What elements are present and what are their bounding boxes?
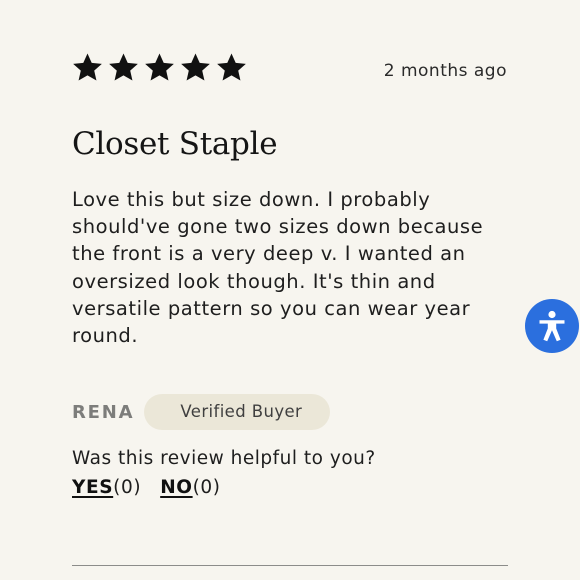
review-title: Closet Staple (72, 126, 278, 162)
star-icon (144, 52, 175, 83)
helpful-votes: YES (0) NO (0) (72, 477, 221, 498)
review-card: 2 months ago Closet Staple Love this but… (0, 0, 580, 580)
vote-no-count: (0) (192, 477, 221, 498)
verified-buyer-badge: Verified Buyer (144, 394, 331, 430)
vote-yes-count: (0) (113, 477, 142, 498)
review-divider (72, 565, 508, 566)
review-date: 2 months ago (383, 61, 507, 81)
star-icon (72, 52, 103, 83)
star-icon (180, 52, 211, 83)
accessibility-button[interactable] (525, 299, 579, 353)
vote-no-button[interactable]: NO (0) (160, 477, 220, 498)
vote-no-label: NO (160, 477, 193, 498)
vote-yes-button[interactable]: YES (0) (72, 477, 141, 498)
star-icon (108, 52, 139, 83)
helpful-question: Was this review helpful to you? (72, 448, 376, 469)
reviewer-name: RENA (72, 401, 135, 423)
accessibility-icon (532, 306, 572, 346)
vote-yes-label: YES (72, 477, 114, 498)
star-rating (72, 52, 247, 88)
review-body: Love this but size down. I probably shou… (72, 188, 484, 348)
reviewer-info: RENA Verified Buyer (72, 394, 331, 430)
star-icon (216, 52, 247, 83)
